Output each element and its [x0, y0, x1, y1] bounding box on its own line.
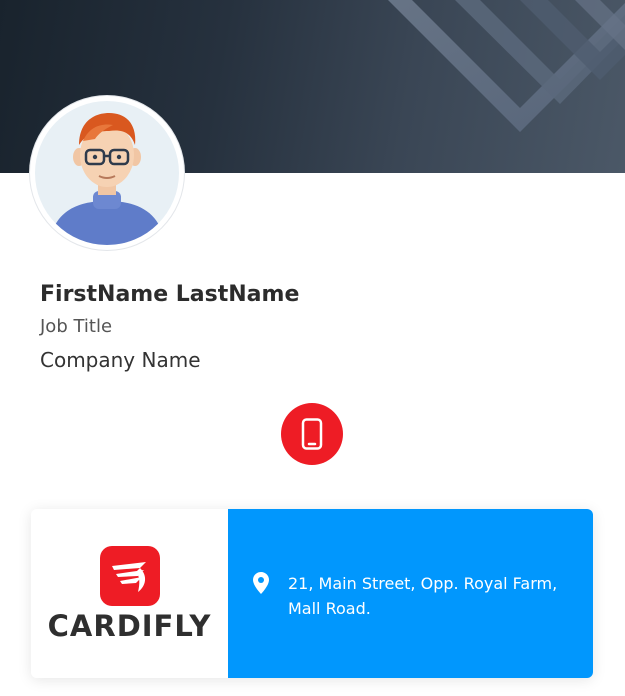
address-text[interactable]: 21, Main Street, Opp. Royal Farm, Mall R…	[288, 571, 578, 621]
company-card: CARDIFLY 21, Main Street, Opp. Royal Far…	[31, 509, 593, 678]
location-pin-icon	[253, 572, 269, 594]
avatar	[30, 96, 184, 250]
avatar-illustration	[35, 101, 179, 245]
cardifly-logo-icon	[100, 546, 160, 606]
company-logo-panel: CARDIFLY	[31, 509, 228, 678]
address-panel: 21, Main Street, Opp. Royal Farm, Mall R…	[228, 509, 593, 678]
job-title: Job Title	[40, 316, 113, 337]
company-logo-text: CARDIFLY	[47, 609, 212, 643]
address-line-1: 21, Main Street, Opp. Royal Farm,	[288, 574, 558, 593]
phone-icon	[301, 418, 323, 450]
company-name: Company Name	[40, 348, 201, 372]
phone-button[interactable]	[281, 403, 343, 465]
profile-name: FirstName LastName	[40, 282, 300, 307]
business-card-page: FirstName LastName Job Title Company Nam…	[0, 0, 625, 696]
address-line-2: Mall Road.	[288, 599, 371, 618]
